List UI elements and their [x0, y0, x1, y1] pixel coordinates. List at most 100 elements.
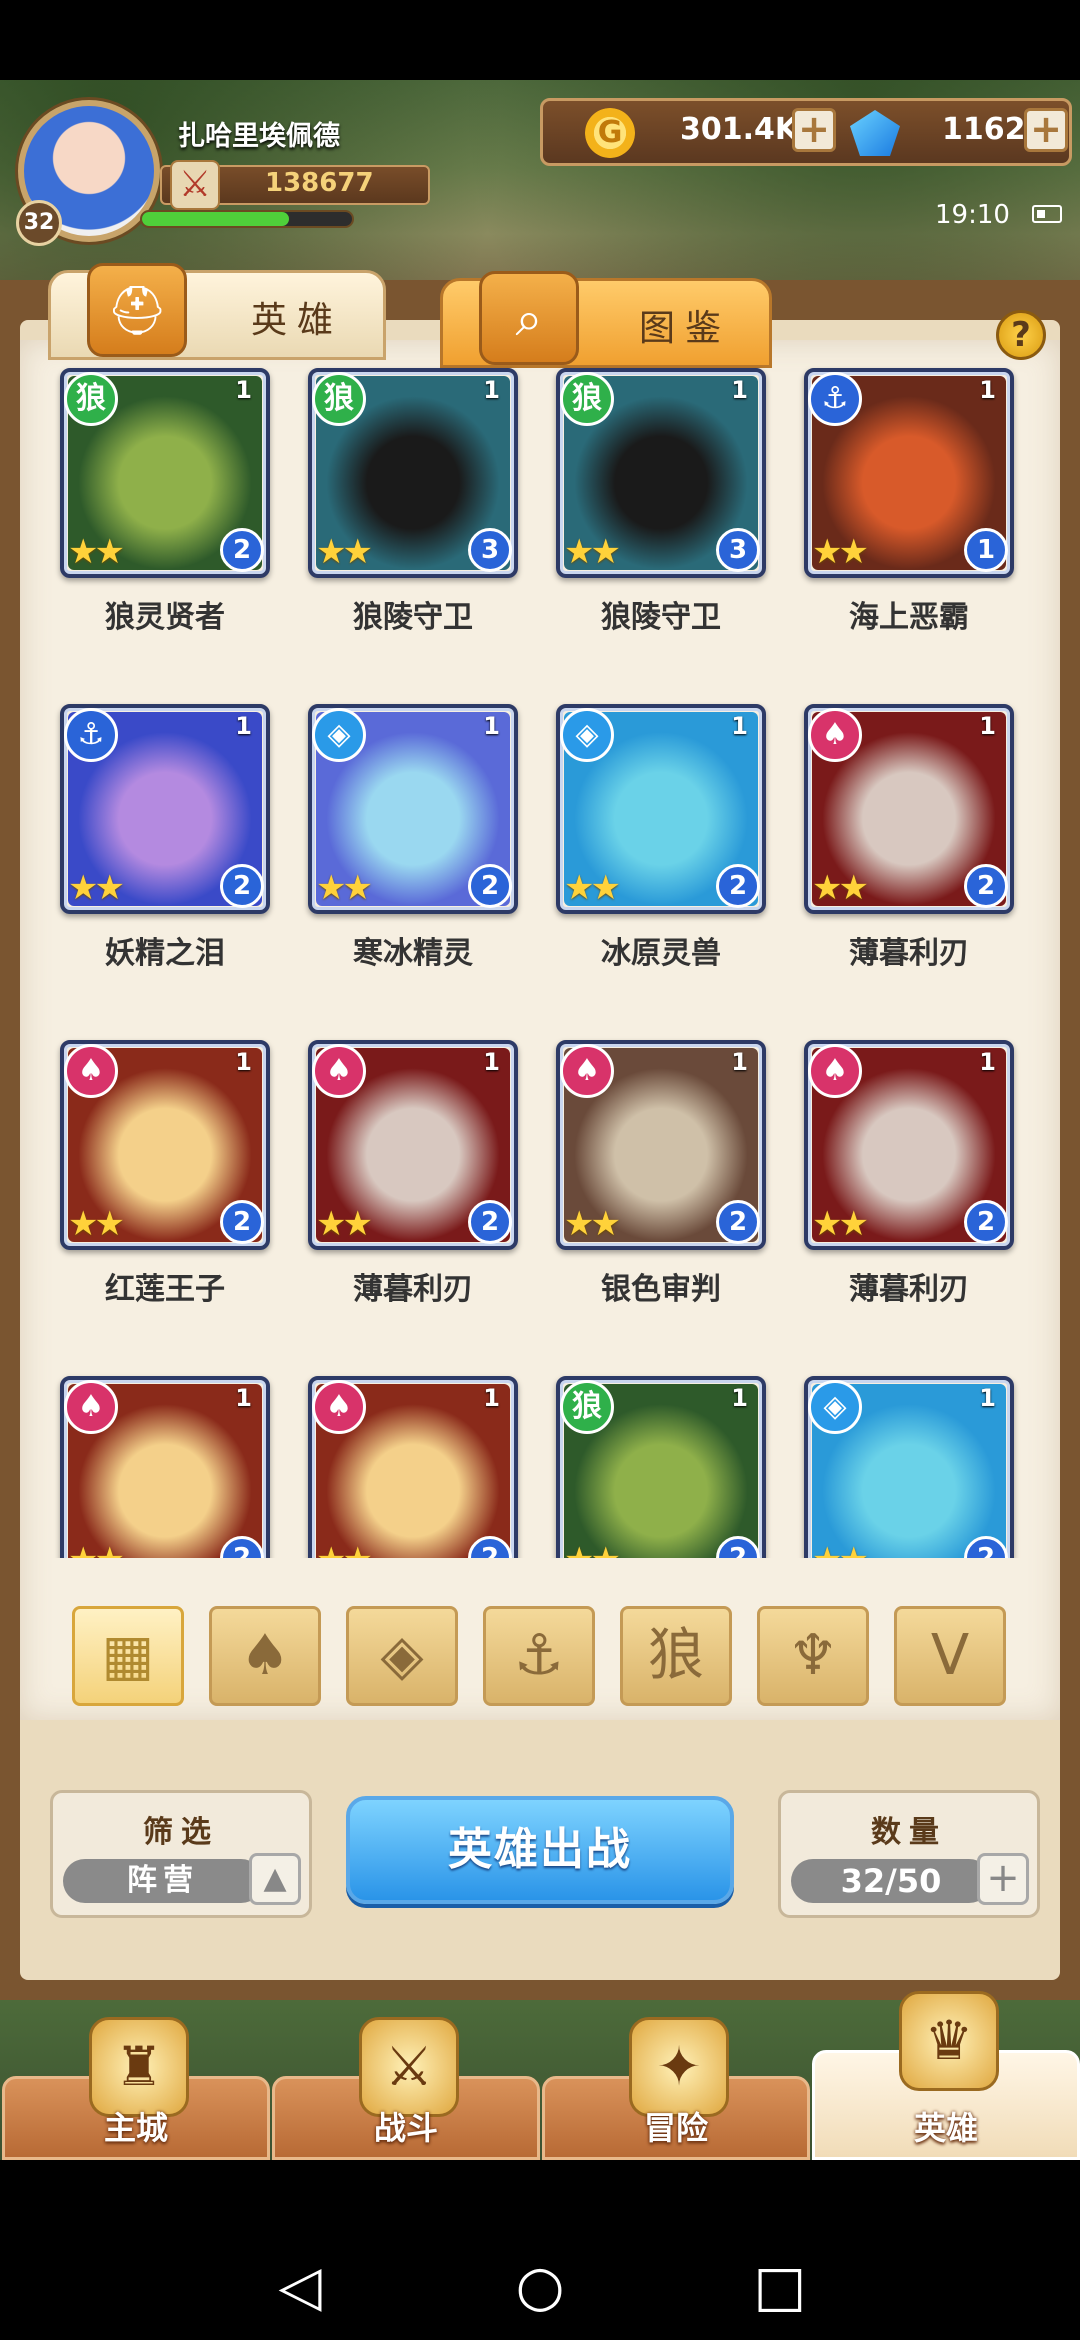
- tab-guide[interactable]: ⌕ 图鉴: [440, 271, 772, 368]
- star-rating: ★★: [812, 868, 869, 908]
- hero-name: 银色审判: [601, 1272, 721, 1307]
- add-gold-button[interactable]: +: [792, 108, 836, 152]
- hero-card[interactable]: ♠1★★2: [60, 1376, 270, 1558]
- filter-anchor-button[interactable]: ⚓: [483, 1606, 595, 1706]
- filter-arrow-icon[interactable]: ▲: [249, 1853, 301, 1905]
- wolf-faction-icon: 狼: [560, 1380, 614, 1434]
- nav-tab-1[interactable]: ⚔ 战斗: [272, 2017, 540, 2160]
- hero-name: 狼陵守卫: [353, 600, 473, 635]
- swords-icon: ⚔: [359, 2017, 459, 2117]
- filter-demon-button[interactable]: ♆: [757, 1606, 869, 1706]
- hero-card[interactable]: ◈1★★2: [556, 704, 766, 914]
- tab-heroes[interactable]: ⛑ 英雄: [48, 263, 386, 360]
- nav-label: 冒险: [643, 2109, 708, 2147]
- back-icon[interactable]: ◁: [265, 2254, 335, 2319]
- hero-card[interactable]: ♠1★★2: [556, 1040, 766, 1250]
- hero-name: 薄暮利刃: [353, 1272, 473, 1307]
- hero-count: 1: [731, 1384, 748, 1412]
- nav-tab-2[interactable]: ✦ 冒险: [542, 2017, 810, 2160]
- hero-count: 1: [483, 376, 500, 404]
- gem-amount: 1162: [942, 112, 1026, 147]
- filter-fire-button[interactable]: ♠: [209, 1606, 321, 1706]
- filter-wolf-button[interactable]: 狼: [620, 1606, 732, 1706]
- hero-card[interactable]: ◈1★★2: [804, 1376, 1014, 1558]
- hero-icon: ♛: [899, 1991, 999, 2091]
- hero-count: 1: [979, 376, 996, 404]
- hero-name: 薄暮利刃: [849, 1272, 969, 1307]
- hero-card[interactable]: 狼1★★2: [556, 1376, 766, 1558]
- hero-card[interactable]: ⚓ 1 ★★ 1: [804, 368, 1014, 578]
- wolf-faction-icon: 狼: [64, 372, 118, 426]
- fire-faction-icon: ♠: [64, 1044, 118, 1098]
- hero-card[interactable]: ⚓ 1 ★★ 2: [60, 704, 270, 914]
- quantity-label: 数量: [871, 1815, 947, 1850]
- hero-name: 海上恶霸: [849, 600, 969, 635]
- star-rating: ★★: [68, 1540, 125, 1558]
- hero-card[interactable]: 狼 1 ★★ 3: [308, 368, 518, 578]
- star-rating: ★★: [564, 1540, 621, 1558]
- fire-faction-icon: ♠: [312, 1380, 366, 1434]
- gold-amount: 301.4K: [680, 112, 799, 147]
- filter-all-button[interactable]: ▦: [72, 1606, 184, 1706]
- tab-heroes-label: 英雄: [251, 300, 344, 341]
- star-rating: ★★: [68, 1204, 125, 1244]
- hero-name: 狼陵守卫: [601, 600, 721, 635]
- hero-count: 1: [731, 1048, 748, 1076]
- faction-filter-bar: ▦ ♠ ◈ ⚓ 狼 ♆ V: [72, 1606, 1012, 1710]
- hero-card[interactable]: 狼1★★2: [60, 368, 270, 578]
- hero-grade-badge: 2: [220, 1200, 264, 1244]
- fire-faction-icon: ♠: [64, 1380, 118, 1434]
- expand-quantity-button[interactable]: +: [977, 1853, 1029, 1905]
- anchor-faction-icon: ⚓: [64, 708, 118, 762]
- hero-count: 1: [483, 712, 500, 740]
- crossed-swords-icon: ⚔: [170, 160, 220, 210]
- nav-tab-3[interactable]: ♛ 英雄: [812, 1991, 1080, 2160]
- star-rating: ★★: [812, 1540, 869, 1558]
- hero-card[interactable]: 狼 1 ★★ 3: [556, 368, 766, 578]
- hero-name: 寒冰精灵: [353, 936, 473, 971]
- hero-card[interactable]: ◈1★★2: [308, 704, 518, 914]
- filter-wing-button[interactable]: V: [894, 1606, 1006, 1706]
- hero-card[interactable]: ♠1★★2: [60, 1040, 270, 1250]
- add-gems-button[interactable]: +: [1024, 108, 1068, 152]
- hero-card[interactable]: ♠1★★2: [804, 704, 1014, 914]
- quantity-value: 32/50: [791, 1859, 991, 1903]
- star-rating: ★★: [316, 1540, 373, 1558]
- wolf-faction-icon: 狼: [560, 372, 614, 426]
- tab-guide-label: 图鉴: [639, 308, 732, 349]
- hero-grade-badge: 2: [468, 1200, 512, 1244]
- ice-faction-icon: ◈: [560, 708, 614, 762]
- star-rating: ★★: [316, 532, 373, 572]
- player-level-badge: 32: [16, 200, 62, 246]
- star-rating: ★★: [316, 1204, 373, 1244]
- castle-icon: ♜: [89, 2017, 189, 2117]
- fire-faction-icon: ♠: [560, 1044, 614, 1098]
- quantity-box: 数量 32/50 +: [778, 1790, 1040, 1918]
- ice-faction-icon: ◈: [808, 1380, 862, 1434]
- help-button[interactable]: ?: [996, 310, 1046, 360]
- hero-card[interactable]: ♠1★★2: [308, 1376, 518, 1558]
- hero-count: 1: [483, 1384, 500, 1412]
- hero-card[interactable]: ♠1★★2: [308, 1040, 518, 1250]
- home-icon[interactable]: ○: [505, 2254, 575, 2319]
- hero-name: 薄暮利刃: [849, 936, 969, 971]
- clock-time: 19:10: [935, 200, 1010, 230]
- hero-grade-badge: 2: [716, 864, 760, 908]
- star-rating: ★★: [812, 532, 869, 572]
- recents-icon[interactable]: □: [745, 2254, 815, 2319]
- hero-grade-badge: 2: [716, 1200, 760, 1244]
- filter-box: 筛选 阵营 ▲: [50, 1790, 312, 1918]
- filter-value[interactable]: 阵营: [63, 1859, 263, 1903]
- nav-label: 战斗: [373, 2109, 438, 2147]
- player-name: 扎哈里埃佩德: [178, 121, 340, 152]
- star-rating: ★★: [812, 1204, 869, 1244]
- filter-ice-button[interactable]: ◈: [346, 1606, 458, 1706]
- hero-card[interactable]: ♠1★★2: [804, 1040, 1014, 1250]
- hero-grade-badge: 2: [468, 864, 512, 908]
- star-rating: ★★: [564, 868, 621, 908]
- hero-count: 1: [731, 376, 748, 404]
- fire-faction-icon: ♠: [808, 1044, 862, 1098]
- xp-bar-fill: [142, 212, 289, 226]
- nav-tab-0[interactable]: ♜ 主城: [2, 2017, 270, 2160]
- deploy-heroes-button[interactable]: 英雄出战: [346, 1796, 734, 1904]
